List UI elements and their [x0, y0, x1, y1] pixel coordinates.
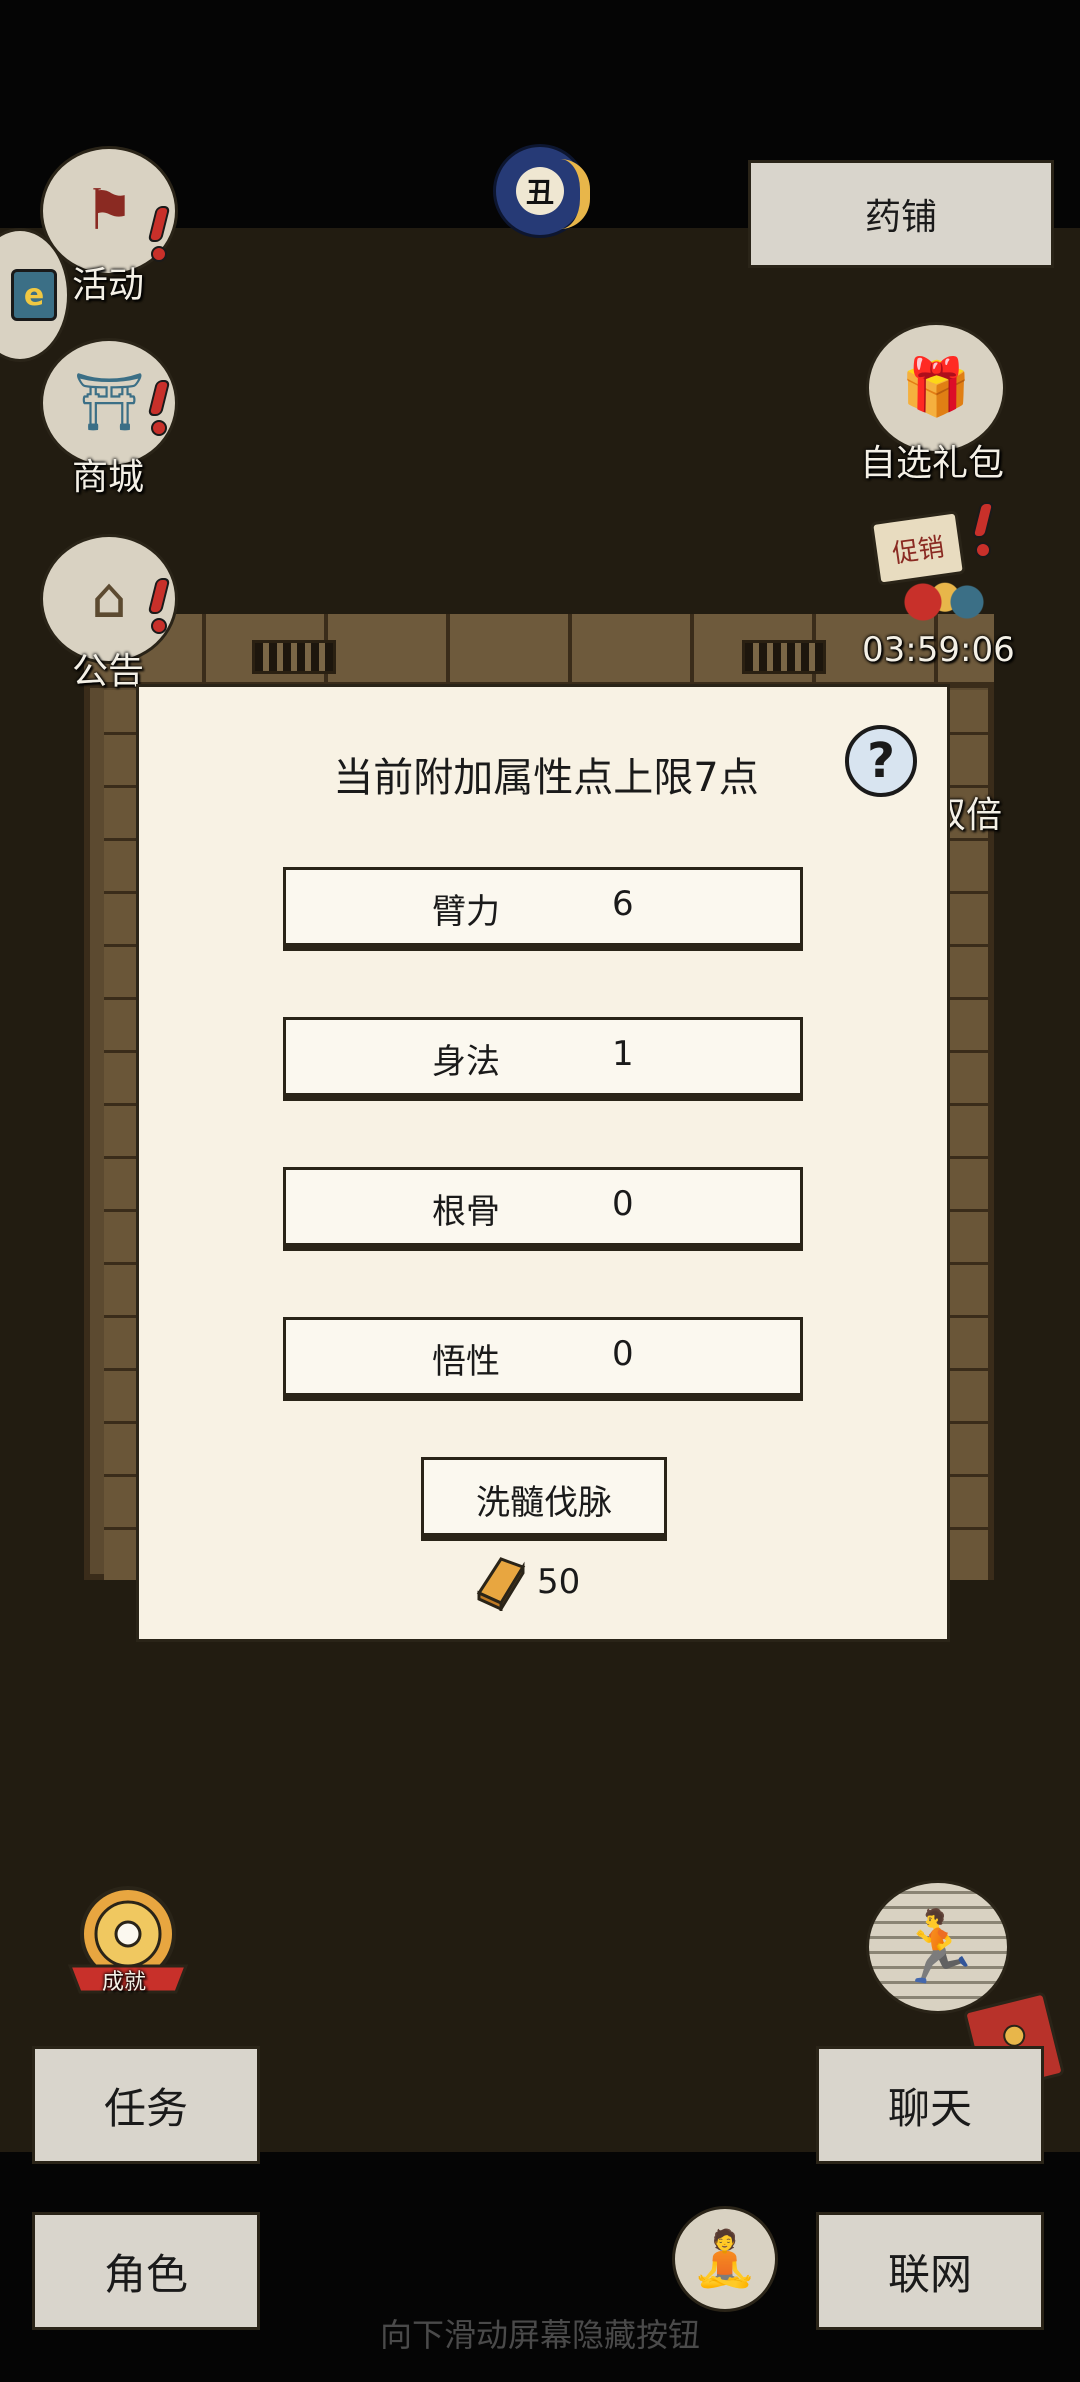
moon-time-icon[interactable]: 丑 — [493, 144, 590, 238]
alert-icon — [144, 578, 174, 636]
stat-row-strength[interactable]: 臂力 6 — [283, 867, 803, 951]
promo-sign[interactable]: 促销 — [869, 510, 967, 586]
stat-value: 0 — [612, 1184, 634, 1224]
runner-icon: 🏃 — [894, 1905, 982, 1988]
stat-row-agility[interactable]: 身法 1 — [283, 1017, 803, 1101]
attribute-points-dialog: 当前附加属性点上限7点 ? 臂力 6 身法 1 根骨 0 悟性 0 洗髓伐脉 5… — [136, 684, 950, 1642]
gold-ingot-icon — [471, 1553, 529, 1615]
storefront-icon: ⛩ — [73, 370, 145, 435]
room-window — [252, 640, 336, 674]
dash-button[interactable]: 🏃 — [866, 1880, 1010, 2014]
stat-name: 悟性 — [432, 1342, 500, 1382]
alert-icon — [144, 380, 174, 438]
stat-value: 0 — [612, 1334, 634, 1374]
stat-name: 身法 — [432, 1042, 500, 1082]
promo-timer: 03:59:06 — [862, 630, 1015, 670]
alert-icon — [144, 206, 174, 264]
cost-value: 50 — [537, 1562, 581, 1602]
stat-name: 臂力 — [432, 892, 500, 932]
banner-flag-icon: ⚑ — [83, 178, 135, 243]
gift-bag-icon: 🎁 — [901, 355, 971, 420]
hide-buttons-hint: 向下滑动屏幕隐藏按钮 — [379, 2316, 700, 2354]
reset-attributes-button[interactable]: 洗髓伐脉 — [421, 1457, 667, 1541]
notice-label: 公告 — [72, 651, 145, 692]
achievement-label: 成就 — [102, 1970, 147, 1995]
stat-row-constitution[interactable]: 根骨 0 — [283, 1167, 803, 1251]
room-roof-beams — [84, 614, 994, 688]
stat-value: 1 — [612, 1034, 634, 1074]
promo-bags-icon — [890, 578, 1000, 626]
mall-label: 商城 — [72, 457, 145, 498]
gift-pack-label: 自选礼包 — [860, 443, 1005, 484]
stat-row-comprehension[interactable]: 悟性 0 — [283, 1317, 803, 1401]
dialog-title: 当前附加属性点上限7点 — [333, 755, 759, 801]
achievement-button[interactable]: 成就 — [64, 1882, 192, 2000]
chat-button[interactable]: 聊天 — [816, 2046, 1044, 2164]
room-window — [742, 640, 826, 674]
notice-pavilion-icon: ⌂ — [91, 566, 127, 631]
reset-cost: 50 — [471, 1547, 580, 1617]
meditation-button[interactable]: 🧘 — [672, 2206, 778, 2312]
stat-name: 根骨 — [432, 1192, 500, 1232]
alert-icon — [968, 502, 998, 560]
activity-label: 活动 — [72, 265, 145, 306]
medicine-shop-button[interactable]: 药铺 — [748, 160, 1054, 268]
help-icon[interactable]: ? — [845, 725, 917, 797]
meditation-icon: 🧘 — [691, 2227, 759, 2290]
stat-value: 6 — [612, 884, 634, 924]
task-button[interactable]: 任务 — [32, 2046, 260, 2164]
